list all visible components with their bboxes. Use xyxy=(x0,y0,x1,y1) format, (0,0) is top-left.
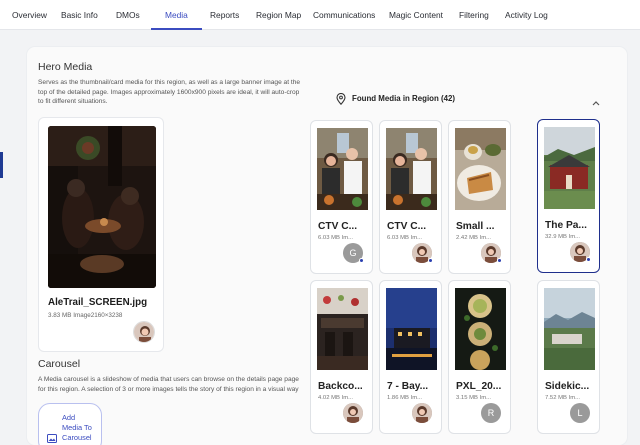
tab-overview[interactable]: Overview xyxy=(12,0,47,30)
media-meta: 1.86 MB Im... xyxy=(387,395,423,401)
avatar: L xyxy=(570,403,590,423)
hero-media-description: Serves as the thumbnail/card media for t… xyxy=(38,79,301,106)
media-thumbnail xyxy=(455,128,506,210)
media-thumbnail xyxy=(455,288,506,370)
media-title: Backco... xyxy=(318,381,363,392)
media-title: CTV C... xyxy=(318,221,358,232)
add-media-label: Add Media To Carousel xyxy=(62,413,92,442)
media-thumbnail xyxy=(386,288,437,370)
media-tile[interactable]: CTV C... 6.03 MB Im... xyxy=(379,120,442,274)
status-dot xyxy=(497,258,502,263)
media-thumbnail xyxy=(317,128,368,210)
media-title: PXL_20... xyxy=(456,381,502,392)
image-icon xyxy=(47,430,57,445)
media-meta: 3.15 MB Im... xyxy=(456,395,492,401)
found-media-title: Found Media in Region (42) xyxy=(352,94,456,103)
status-dot xyxy=(428,258,433,263)
hero-file-name: AleTrail_SCREEN.jpg xyxy=(48,297,148,308)
avatar xyxy=(343,403,363,423)
media-panel: Hero Media Serves as the thumbnail/card … xyxy=(27,47,627,445)
carousel-description: A Media carousel is a slideshow of media… xyxy=(38,376,299,393)
hero-media-card[interactable]: AleTrail_SCREEN.jpg 3.83 MB Image2160×32… xyxy=(38,117,164,352)
media-thumbnail xyxy=(544,288,595,370)
media-tile[interactable]: CTV C... 6.03 MB Im... G xyxy=(310,120,373,274)
tab-reports[interactable]: Reports xyxy=(210,0,239,30)
media-thumbnail xyxy=(544,127,595,209)
media-title: CTV C... xyxy=(387,221,427,232)
media-tile[interactable]: Sidekic... 7.52 MB Im... L xyxy=(537,280,600,434)
media-meta: 6.03 MB Im... xyxy=(387,235,423,241)
avatar: R xyxy=(481,403,501,423)
chevron-up-icon[interactable] xyxy=(592,93,600,111)
avatar xyxy=(412,403,432,423)
tab-region-map[interactable]: Region Map xyxy=(256,0,301,30)
media-meta: 7.52 MB Im... xyxy=(545,395,581,401)
tab-basic-info[interactable]: Basic Info xyxy=(61,0,98,30)
media-title: 7 - Bay... xyxy=(387,381,429,392)
tab-activity-log[interactable]: Activity Log xyxy=(505,0,548,30)
media-thumbnail xyxy=(317,288,368,370)
media-meta: 6.03 MB Im... xyxy=(318,235,354,241)
tab-communications[interactable]: Communications xyxy=(313,0,375,30)
status-dot xyxy=(359,258,364,263)
media-title: The Pa... xyxy=(545,220,587,231)
media-title: Small ... xyxy=(456,221,495,232)
side-accent xyxy=(0,152,3,178)
media-meta: 4.02 MB Im... xyxy=(318,395,354,401)
hero-media-title: Hero Media xyxy=(38,61,93,73)
media-title: Sidekic... xyxy=(545,381,590,392)
media-meta: 2.42 MB Im... xyxy=(456,235,492,241)
tab-dmos[interactable]: DMOs xyxy=(116,0,140,30)
avatar xyxy=(133,321,155,343)
media-meta: 32.9 MB Im... xyxy=(545,234,581,240)
tab-bar: Overview Basic Info DMOs Media Reports R… xyxy=(0,0,640,30)
hero-image xyxy=(48,126,156,288)
media-thumbnail xyxy=(386,128,437,210)
media-tile[interactable]: PXL_20... 3.15 MB Im... R xyxy=(448,280,511,434)
media-tile[interactable]: 7 - Bay... 1.86 MB Im... xyxy=(379,280,442,434)
tab-media[interactable]: Media xyxy=(151,0,202,30)
media-tile[interactable]: Small ... 2.42 MB Im... xyxy=(448,120,511,274)
media-tile[interactable]: Backco... 4.02 MB Im... xyxy=(310,280,373,434)
status-dot xyxy=(586,257,591,262)
add-media-to-carousel-button[interactable]: Add Media To Carousel xyxy=(38,403,102,445)
hero-file-meta: 3.83 MB Image2160×3238 xyxy=(48,312,123,319)
media-tile-selected[interactable]: The Pa... 32.9 MB Im... xyxy=(537,119,600,273)
tab-filtering[interactable]: Filtering xyxy=(459,0,489,30)
tab-magic-content[interactable]: Magic Content xyxy=(389,0,443,30)
carousel-title: Carousel xyxy=(38,358,81,370)
map-pin-icon xyxy=(336,92,346,110)
